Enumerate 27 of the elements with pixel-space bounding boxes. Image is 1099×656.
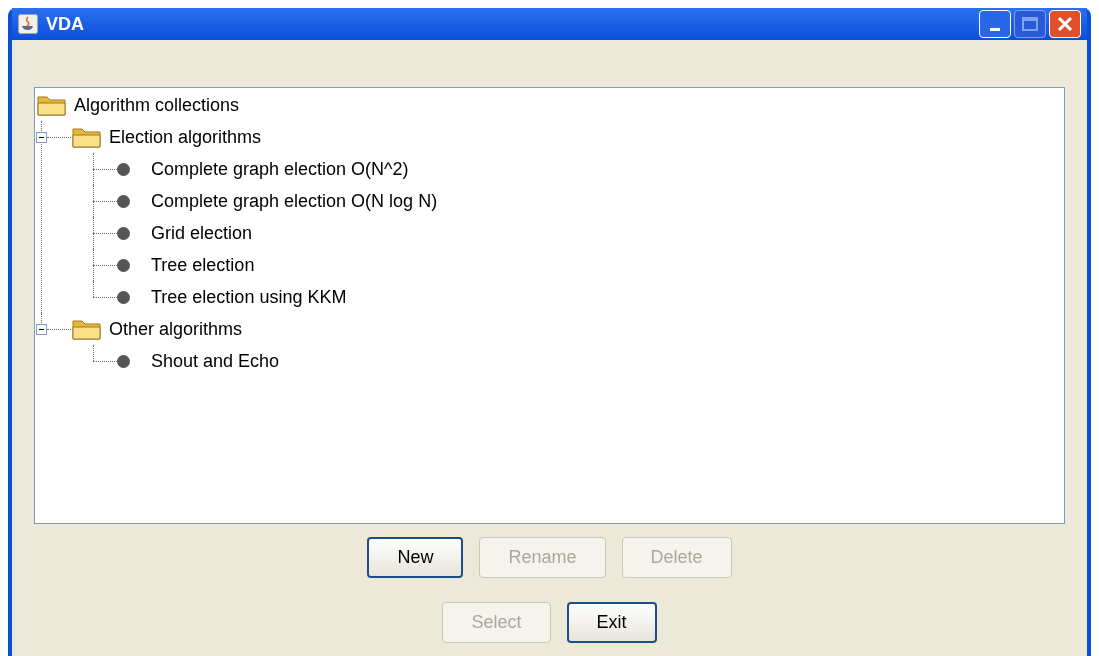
tree-item[interactable]: Other algorithms bbox=[109, 315, 243, 343]
coffee-cup-icon bbox=[18, 14, 38, 34]
collapse-toggle[interactable] bbox=[36, 323, 47, 335]
folder-icon bbox=[36, 93, 68, 117]
bullet-icon bbox=[117, 162, 130, 176]
folder-icon bbox=[71, 317, 103, 341]
tree-item[interactable]: Grid election bbox=[151, 219, 253, 247]
tree-item[interactable]: Algorithm collections bbox=[74, 91, 240, 119]
bullet-icon bbox=[117, 290, 130, 304]
dialog-button[interactable]: Exit bbox=[566, 602, 657, 643]
dialog-button[interactable]: New bbox=[367, 537, 464, 578]
folder-icon bbox=[71, 125, 103, 149]
tree-item[interactable]: Election algorithms bbox=[109, 123, 262, 151]
close-button[interactable] bbox=[1049, 10, 1081, 38]
window-title: VDA bbox=[46, 12, 84, 36]
bullet-icon bbox=[117, 194, 130, 208]
tree-item[interactable]: Tree election bbox=[151, 251, 255, 279]
tree-item[interactable]: Complete graph election O(N^2) bbox=[151, 155, 409, 183]
tree-item[interactable]: Complete graph election O(N log N) bbox=[151, 187, 438, 215]
tree-item[interactable]: Shout and Echo bbox=[151, 347, 280, 375]
bullet-icon bbox=[117, 354, 130, 368]
bullet-icon bbox=[117, 226, 130, 240]
tree-item[interactable]: Tree election using KKM bbox=[151, 283, 347, 311]
collapse-toggle[interactable] bbox=[36, 131, 47, 143]
close-icon bbox=[1057, 16, 1073, 32]
minimize-button[interactable] bbox=[979, 10, 1011, 38]
bullet-icon bbox=[117, 258, 130, 272]
